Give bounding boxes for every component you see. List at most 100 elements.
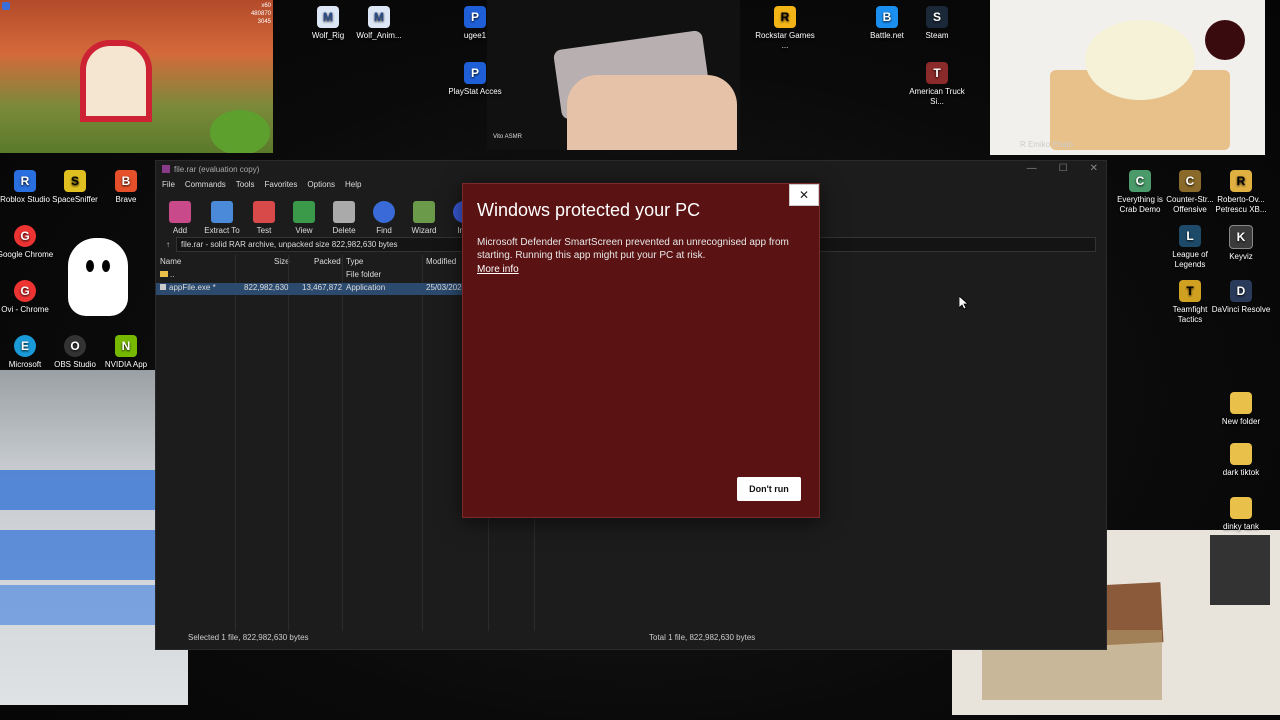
game-video-overlay: x60 480870 3045 <box>0 0 273 153</box>
desktop-icon-playstation[interactable]: P PlayStat Acces <box>445 62 505 97</box>
mascot-sticker <box>68 238 128 316</box>
desktop-icon-ovi-chrome[interactable]: G Ovi - Chrome <box>0 280 55 315</box>
menu-commands[interactable]: Commands <box>185 180 226 189</box>
food-video-overlay: R Emiko Ebajo <box>990 0 1265 155</box>
status-total: Total 1 file, 822,982,630 bytes <box>649 633 756 642</box>
desktop-icon-dinky-tank[interactable]: dinky tank <box>1211 497 1271 532</box>
pause-icon[interactable] <box>2 2 10 10</box>
view-button[interactable]: View <box>286 201 322 235</box>
col-packed[interactable]: Packed <box>314 257 341 266</box>
edge-icon: E <box>14 335 36 357</box>
tft-icon: T <box>1179 280 1201 302</box>
up-arrow-icon[interactable]: ↑ <box>166 240 170 249</box>
desktop-icon-keyviz[interactable]: K Keyviz <box>1211 225 1271 262</box>
maya-icon: M <box>368 6 390 28</box>
desktop-icon-brave[interactable]: B Brave <box>96 170 156 205</box>
nvidia-icon: N <box>115 335 137 357</box>
rar-icon <box>162 165 170 173</box>
maya-icon: M <box>317 6 339 28</box>
desktop-icon-american-truck[interactable]: T American Truck Si... <box>907 62 967 107</box>
more-info-link[interactable]: More info <box>477 264 519 275</box>
dont-run-button[interactable]: Don't run <box>737 477 801 501</box>
crab-icon: C <box>1129 170 1151 192</box>
icon-label: Brave <box>115 195 137 204</box>
trash-icon <box>333 201 355 223</box>
dialog-title: Windows protected your PC <box>477 200 701 220</box>
desktop-icon-roberto[interactable]: R Roberto-Ov... Petrescu XB... <box>1211 170 1271 215</box>
icon-label: DaVinci Resolve <box>1211 305 1271 314</box>
rockstar-icon: R <box>774 6 796 28</box>
column-divider <box>422 255 423 631</box>
chrome-icon: G <box>14 280 36 302</box>
menu-favorites[interactable]: Favorites <box>264 180 297 189</box>
desktop-icon-nvidia[interactable]: N NVIDIA App <box>96 335 156 370</box>
icon-label: Steam <box>925 31 949 40</box>
test-button[interactable]: Test <box>246 201 282 235</box>
folder-icon <box>211 201 233 223</box>
table-row[interactable]: .. File folder <box>156 270 466 282</box>
folder-icon <box>1230 497 1252 519</box>
brave-icon: B <box>115 170 137 192</box>
dialog-message: Microsoft Defender SmartScreen prevented… <box>477 237 789 261</box>
close-window-button[interactable]: ✕ <box>1090 163 1098 174</box>
icon-label: dinky tank <box>1222 522 1260 531</box>
find-button[interactable]: Find <box>366 201 402 235</box>
watermark: R Emiko Ebajo <box>1020 140 1073 149</box>
playstation-icon: P <box>464 62 486 84</box>
column-divider <box>342 255 343 631</box>
tree <box>210 110 270 153</box>
icon-label: Google Chrome <box>0 250 54 259</box>
menu-help[interactable]: Help <box>345 180 361 189</box>
icon-label: dark tiktok <box>1222 468 1260 477</box>
wand-icon <box>413 201 435 223</box>
icon-label: Keyviz <box>1229 252 1253 261</box>
desktop-icon-davinci[interactable]: D DaVinci Resolve <box>1211 280 1271 315</box>
close-dialog-button[interactable]: ✕ <box>789 184 819 206</box>
chocolate-video-overlay: Vito ASMR <box>487 0 740 150</box>
desktop-icon-new-folder[interactable]: New folder <box>1211 392 1271 427</box>
smartscreen-dialog: ✕ Windows protected your PC Microsoft De… <box>462 183 820 518</box>
add-button[interactable]: Add <box>162 201 198 235</box>
icon-label: New folder <box>1221 417 1261 426</box>
desktop-icon-wolf-anim[interactable]: M Wolf_Anim... <box>349 6 409 41</box>
coins: 3045 <box>257 19 271 25</box>
wizard-button[interactable]: Wizard <box>406 201 442 235</box>
icon-label: American Truck Si... <box>909 87 965 106</box>
icon-label: Wolf_Anim... <box>356 31 402 40</box>
desktop-icon-steam[interactable]: S Steam <box>907 6 967 41</box>
desktop-icon-dark-tiktok[interactable]: dark tiktok <box>1211 443 1271 478</box>
tunnel-arch <box>80 40 152 122</box>
col-modified[interactable]: Modified <box>426 257 456 266</box>
minimize-button[interactable]: — <box>1027 163 1037 174</box>
desktop-icon-ugee[interactable]: Pugee1 <box>445 6 505 41</box>
chrome-icon: G <box>14 225 36 247</box>
desktop-icon-rockstar[interactable]: R Rockstar Games ... <box>755 6 815 51</box>
hand <box>567 75 737 150</box>
watermark: Vito ASMR <box>493 134 522 140</box>
col-type[interactable]: Type <box>346 257 363 266</box>
column-divider <box>235 255 236 631</box>
table-row[interactable]: appFile.exe * 822,982,630 13,467,872 App… <box>156 283 466 295</box>
icon-label: PlayStat Acces <box>448 87 502 96</box>
obs-icon: O <box>64 335 86 357</box>
folder-icon: R <box>1230 170 1252 192</box>
maximize-button[interactable]: ☐ <box>1059 163 1068 174</box>
extract-to-button[interactable]: Extract To <box>202 201 242 235</box>
desktop-icon-google-chrome[interactable]: G Google Chrome <box>0 225 55 260</box>
menu-tools[interactable]: Tools <box>236 180 255 189</box>
icon-label: Rockstar Games ... <box>755 31 815 50</box>
add-icon <box>169 201 191 223</box>
roblox-icon: R <box>14 170 36 192</box>
delete-button[interactable]: Delete <box>326 201 362 235</box>
menu-file[interactable]: File <box>162 180 175 189</box>
title-bar: file.rar (evaluation copy) <box>156 161 1106 177</box>
view-icon <box>293 201 315 223</box>
magnifier-icon <box>373 201 395 223</box>
spacesniffer-icon: S <box>64 170 86 192</box>
steam-icon: S <box>926 6 948 28</box>
folder-icon <box>1230 443 1252 465</box>
menu-options[interactable]: Options <box>307 180 335 189</box>
col-name[interactable]: Name <box>160 257 181 266</box>
close-icon: ✕ <box>798 188 810 202</box>
icon-label: NVIDIA App <box>104 360 148 369</box>
